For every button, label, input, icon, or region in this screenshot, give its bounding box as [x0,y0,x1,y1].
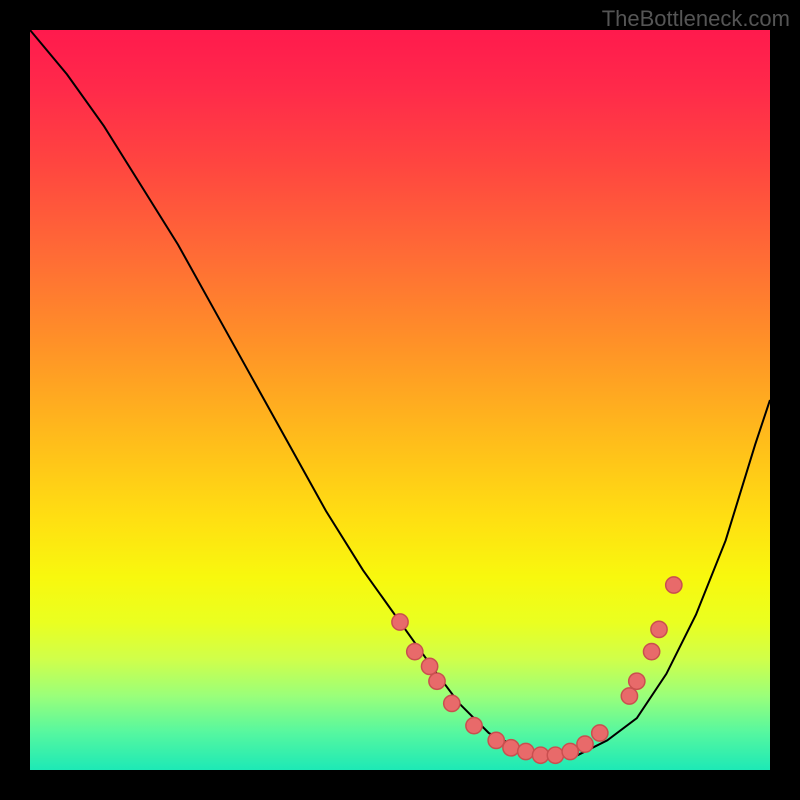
attribution-label: TheBottleneck.com [602,6,790,32]
data-marker [444,695,460,711]
data-marker [503,740,519,756]
data-marker [421,658,437,674]
data-marker [629,673,645,689]
chart-svg [30,30,770,770]
data-marker [466,717,482,733]
data-marker [407,643,423,659]
data-marker [643,643,659,659]
data-marker [562,743,578,759]
data-marker [429,673,445,689]
bottleneck-curve [30,30,770,755]
data-marker [547,747,563,763]
data-marker [651,621,667,637]
plot-area [30,30,770,770]
data-marker [488,732,504,748]
data-marker [592,725,608,741]
data-marker [518,743,534,759]
data-marker [666,577,682,593]
data-marker [621,688,637,704]
data-markers [392,577,682,763]
data-marker [532,747,548,763]
data-marker [392,614,408,630]
data-marker [577,736,593,752]
